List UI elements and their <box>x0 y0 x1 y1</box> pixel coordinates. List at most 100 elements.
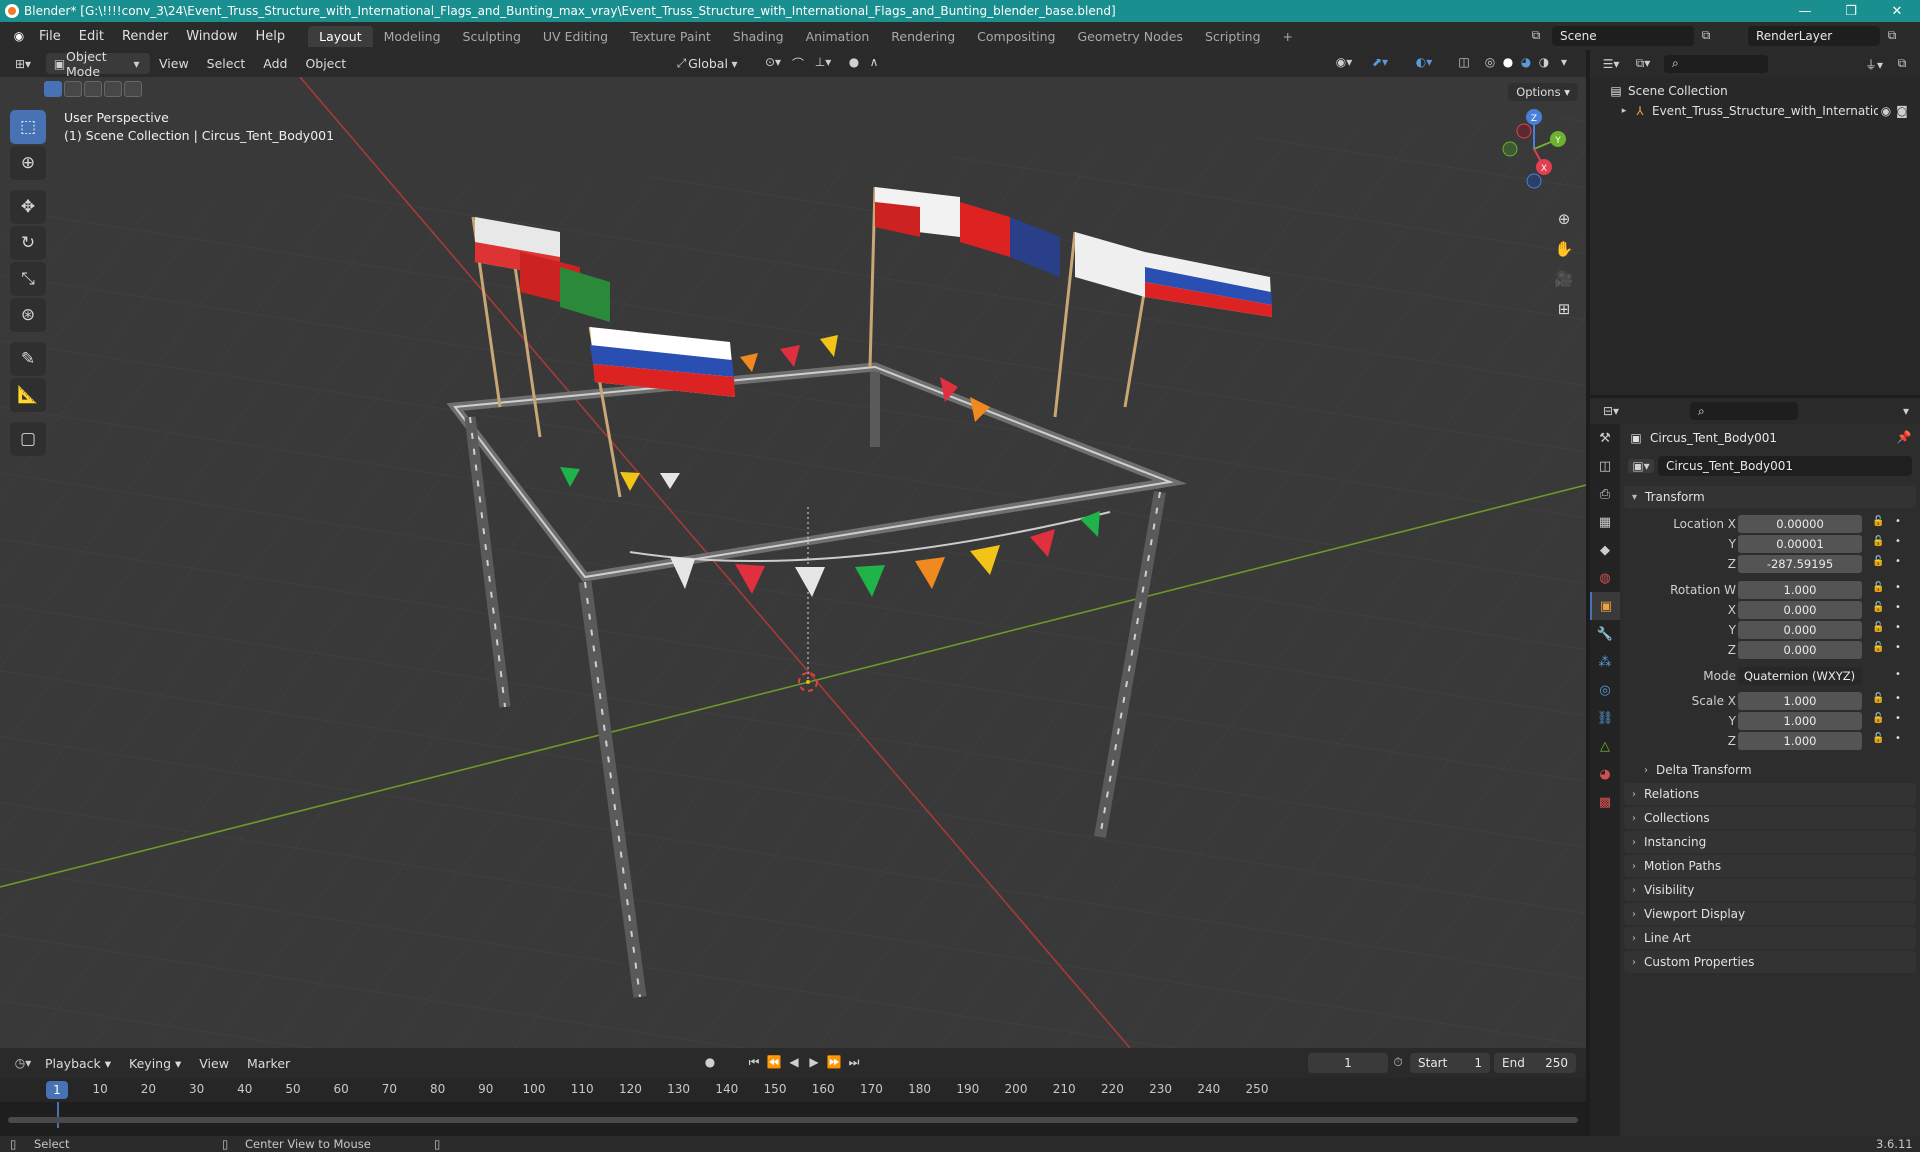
visibility-icon[interactable]: ◉▾ <box>1330 55 1358 69</box>
panel-line-art[interactable]: › Line Art <box>1624 927 1916 949</box>
select-new-button[interactable] <box>44 81 62 97</box>
scene-tab-icon[interactable]: ◆ <box>1590 536 1620 564</box>
rotation-z-field[interactable]: 0.000 <box>1738 641 1862 659</box>
tool-tab-icon[interactable]: ⚒ <box>1590 424 1620 452</box>
menu-window[interactable]: Window <box>177 29 246 44</box>
scene-field[interactable]: Scene <box>1552 26 1694 46</box>
scale-tool[interactable]: ⤡ <box>10 262 46 296</box>
lock-icon[interactable]: 🔓 <box>1872 622 1884 633</box>
pin-icon[interactable]: 📌 <box>1896 430 1912 444</box>
rotation-w-field[interactable]: 1.000 <box>1738 581 1862 599</box>
lock-icon[interactable]: 🔓 <box>1872 693 1884 704</box>
tab-compositing[interactable]: Compositing <box>966 26 1066 47</box>
navigation-gizmo[interactable]: Z Y X <box>1494 109 1574 189</box>
snap-target-icon[interactable]: ⊥▾ <box>808 55 838 69</box>
maximize-button[interactable]: ❐ <box>1828 0 1874 22</box>
outliner-scene-collection[interactable]: ▤ Scene Collection <box>1590 81 1920 101</box>
menu-timeline-view[interactable]: View <box>190 1056 238 1071</box>
lock-icon[interactable]: 🔓 <box>1872 556 1884 567</box>
blender-menu-icon[interactable]: ◉ <box>8 29 30 43</box>
keyframe-dot-icon[interactable]: • <box>1895 642 1901 653</box>
stopwatch-icon[interactable]: ⏱ <box>1390 1055 1406 1070</box>
rotation-x-field[interactable]: 0.000 <box>1738 601 1862 619</box>
constraints-tab-icon[interactable]: ⛓ <box>1590 704 1620 732</box>
proportional-edit-icon[interactable]: ● <box>846 55 862 69</box>
render-tab-icon[interactable]: ◫ <box>1590 452 1620 480</box>
jump-end-icon[interactable]: ⏭ <box>846 1055 862 1070</box>
wireframe-shading-icon[interactable]: ◎ <box>1482 55 1498 69</box>
object-browse-icon[interactable]: ▣▾ <box>1628 459 1654 473</box>
current-frame-field[interactable]: 1 <box>1308 1053 1388 1073</box>
mode-dropdown[interactable]: ▣ Object Mode ▾ <box>46 49 150 79</box>
object-name-field[interactable]: Circus_Tent_Body001 <box>1658 456 1912 476</box>
solid-shading-icon[interactable]: ● <box>1500 55 1516 69</box>
menu-view[interactable]: View <box>150 56 198 71</box>
view-layer-field[interactable]: RenderLayer <box>1748 26 1880 46</box>
world-tab-icon[interactable]: ◍ <box>1590 564 1620 592</box>
view-layer-tab-icon[interactable]: ▦ <box>1590 508 1620 536</box>
rotation-mode-dropdown[interactable]: Quaternion (WXYZ) ▾ <box>1738 667 1862 701</box>
menu-marker[interactable]: Marker <box>238 1056 299 1071</box>
play-icon[interactable]: ▶ <box>806 1055 822 1069</box>
tab-rendering[interactable]: Rendering <box>880 26 966 47</box>
pan-hand-icon[interactable]: ✋ <box>1550 235 1578 263</box>
panel-viewport-display[interactable]: › Viewport Display <box>1624 903 1916 925</box>
menu-add[interactable]: Add <box>254 56 296 71</box>
menu-select[interactable]: Select <box>198 56 255 71</box>
filter-icon[interactable]: ⏚▾ <box>1860 56 1888 73</box>
new-collection-icon[interactable]: ⧉ <box>1894 56 1910 71</box>
panel-motion-paths[interactable]: › Motion Paths <box>1624 855 1916 877</box>
chevron-down-icon[interactable]: ▾ <box>1898 404 1914 418</box>
lock-icon[interactable]: 🔓 <box>1872 642 1884 653</box>
tab-shading[interactable]: Shading <box>722 26 795 47</box>
play-reverse-icon[interactable]: ◀ <box>786 1055 802 1069</box>
tab-geometry-nodes[interactable]: Geometry Nodes <box>1067 26 1194 47</box>
keyframe-dot-icon[interactable]: • <box>1895 669 1901 680</box>
panel-collections[interactable]: › Collections <box>1624 807 1916 829</box>
prev-keyframe-icon[interactable]: ⏪ <box>766 1055 782 1069</box>
outliner-editor-icon[interactable]: ☰▾ <box>1598 57 1624 71</box>
eye-icon[interactable]: ◉ <box>1878 104 1894 118</box>
rotation-y-field[interactable]: 0.000 <box>1738 621 1862 639</box>
texture-tab-icon[interactable]: ▩ <box>1590 788 1620 816</box>
annotate-tool[interactable]: ✎ <box>10 342 46 376</box>
panel-visibility[interactable]: › Visibility <box>1624 879 1916 901</box>
tab-scripting[interactable]: Scripting <box>1194 26 1272 47</box>
select-subtract-button[interactable] <box>84 81 102 97</box>
select-extend-button[interactable] <box>64 81 82 97</box>
cursor-tool[interactable]: ⊕ <box>10 146 46 180</box>
start-frame-field[interactable]: Start 1 <box>1410 1053 1490 1073</box>
scale-z-field[interactable]: 1.000 <box>1738 732 1862 750</box>
keyframe-dot-icon[interactable]: • <box>1895 602 1901 613</box>
snap-icon[interactable]: ⌒ <box>790 55 806 72</box>
lock-icon[interactable]: 🔓 <box>1872 516 1884 527</box>
jump-start-icon[interactable]: ⏮ <box>746 1055 762 1070</box>
tab-modeling[interactable]: Modeling <box>373 26 452 47</box>
transform-panel-header[interactable]: ▾ Transform <box>1624 486 1916 508</box>
next-keyframe-icon[interactable]: ⏩ <box>826 1055 842 1069</box>
scale-x-field[interactable]: 1.000 <box>1738 692 1862 710</box>
3d-viewport[interactable]: User Perspective (1) Scene Collection | … <box>0 77 1586 1048</box>
physics-tab-icon[interactable]: ◎ <box>1590 676 1620 704</box>
lock-icon[interactable]: 🔓 <box>1872 582 1884 593</box>
tab-texture-paint[interactable]: Texture Paint <box>619 26 722 47</box>
menu-playback[interactable]: Playback ▾ <box>36 1056 120 1071</box>
shading-options-icon[interactable]: ▾ <box>1556 55 1572 69</box>
add-cube-tool[interactable]: ▢ <box>10 422 46 456</box>
keyframe-dot-icon[interactable]: • <box>1895 516 1901 527</box>
orientation-dropdown[interactable]: ⤢ Global ▾ <box>668 53 748 74</box>
gizmo-toggle-icon[interactable]: ⬈▾ <box>1366 55 1394 69</box>
panel-instancing[interactable]: › Instancing <box>1624 831 1916 853</box>
panel-custom-properties[interactable]: › Custom Properties <box>1624 951 1916 973</box>
delta-transform-panel[interactable]: › Delta Transform <box>1620 759 1920 781</box>
properties-editor-icon[interactable]: ⊟▾ <box>1598 404 1624 418</box>
select-invert-button[interactable] <box>104 81 122 97</box>
scene-browse-icon[interactable]: ⧉ <box>1528 28 1544 43</box>
object-tab-icon[interactable]: ▣ <box>1590 592 1620 620</box>
overlays-icon[interactable]: ◐▾ <box>1410 55 1438 69</box>
zoom-icon[interactable]: ⊕ <box>1550 205 1578 233</box>
playhead-frame[interactable]: 1 <box>46 1081 68 1099</box>
timeline-editor-icon[interactable]: ◷▾ <box>10 1056 36 1070</box>
keyframe-dot-icon[interactable]: • <box>1895 733 1901 744</box>
editor-type-icon[interactable]: ⊞▾ <box>10 57 36 71</box>
